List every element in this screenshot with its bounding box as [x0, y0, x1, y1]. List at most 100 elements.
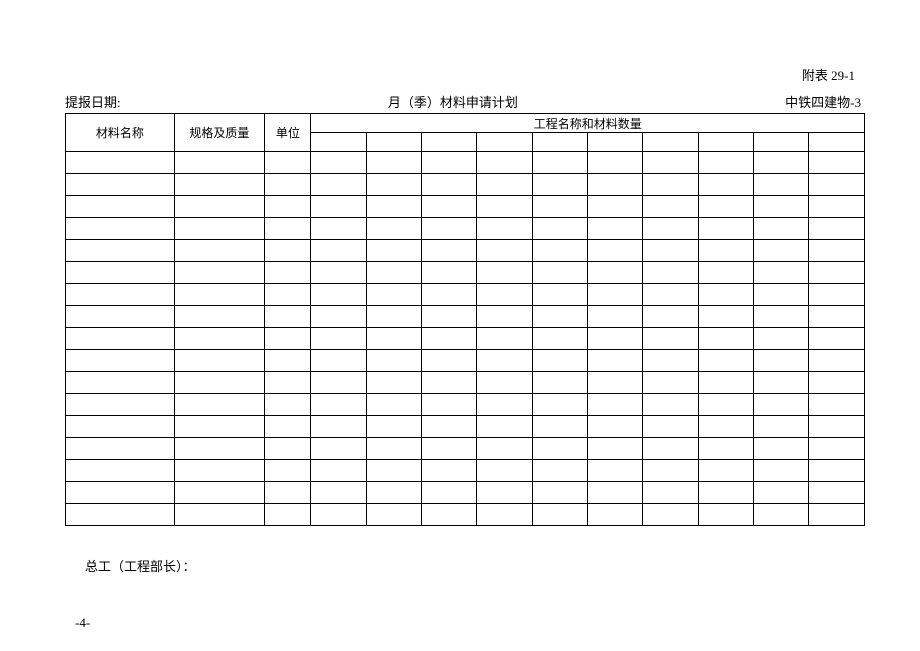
document-page: 附表 29-1 提报日期: 月（季）材料申请计划 中铁四建物-3 材料名称 规格…: [0, 0, 920, 631]
table-cell: [477, 262, 532, 284]
table-row: [66, 240, 865, 262]
table-cell: [477, 416, 532, 438]
table-cell: [643, 218, 698, 240]
table-cell: [366, 328, 421, 350]
table-row: [66, 328, 865, 350]
table-cell: [311, 416, 366, 438]
table-cell: [588, 218, 643, 240]
table-cell: [366, 438, 421, 460]
table-cell: [698, 284, 753, 306]
table-cell: [66, 262, 175, 284]
table-cell: [588, 438, 643, 460]
table-cell: [311, 394, 366, 416]
table-cell: [809, 240, 865, 262]
table-cell: [532, 196, 587, 218]
page-number: -4-: [75, 615, 865, 631]
table-cell: [532, 416, 587, 438]
table-cell: [174, 196, 265, 218]
table-cell: [698, 152, 753, 174]
table-cell: [643, 196, 698, 218]
table-cell: [265, 416, 311, 438]
table-cell: [754, 262, 809, 284]
table-cell: [754, 416, 809, 438]
table-cell: [698, 372, 753, 394]
table-cell: [698, 328, 753, 350]
table-cell: [311, 174, 366, 196]
table-cell: [311, 218, 366, 240]
table-cell: [422, 262, 477, 284]
table-cell: [311, 460, 366, 482]
table-cell: [588, 460, 643, 482]
table-cell: [366, 482, 421, 504]
table-cell: [809, 350, 865, 372]
col-material-name: 材料名称: [66, 114, 175, 152]
material-plan-table: 材料名称 规格及质量 单位 工程名称和材料数量: [65, 113, 865, 526]
table-cell: [174, 306, 265, 328]
qty-subcol: [311, 133, 366, 152]
table-cell: [265, 438, 311, 460]
col-unit: 单位: [265, 114, 311, 152]
table-cell: [422, 394, 477, 416]
table-cell: [265, 482, 311, 504]
table-cell: [532, 460, 587, 482]
table-cell: [311, 350, 366, 372]
table-cell: [588, 262, 643, 284]
table-cell: [174, 416, 265, 438]
table-cell: [754, 196, 809, 218]
table-cell: [265, 372, 311, 394]
table-cell: [66, 196, 175, 218]
table-cell: [477, 152, 532, 174]
table-cell: [588, 152, 643, 174]
table-cell: [588, 240, 643, 262]
table-cell: [809, 416, 865, 438]
table-cell: [174, 504, 265, 526]
table-cell: [809, 196, 865, 218]
table-cell: [477, 328, 532, 350]
table-cell: [532, 394, 587, 416]
table-cell: [643, 262, 698, 284]
report-date-label: 提报日期:: [65, 92, 121, 111]
table-row: [66, 504, 865, 526]
qty-subcol: [366, 133, 421, 152]
qty-subcol: [422, 133, 477, 152]
table-cell: [265, 240, 311, 262]
table-row: [66, 196, 865, 218]
table-cell: [477, 218, 532, 240]
table-body: [66, 152, 865, 526]
qty-subcol: [588, 133, 643, 152]
table-cell: [698, 240, 753, 262]
table-cell: [66, 152, 175, 174]
table-cell: [422, 174, 477, 196]
table-cell: [422, 350, 477, 372]
table-cell: [698, 174, 753, 196]
table-cell: [532, 306, 587, 328]
table-cell: [754, 240, 809, 262]
table-cell: [532, 504, 587, 526]
table-cell: [174, 350, 265, 372]
table-cell: [754, 504, 809, 526]
table-cell: [174, 482, 265, 504]
table-cell: [174, 152, 265, 174]
table-cell: [311, 438, 366, 460]
table-cell: [66, 350, 175, 372]
table-cell: [66, 394, 175, 416]
table-cell: [643, 284, 698, 306]
table-cell: [809, 438, 865, 460]
table-cell: [422, 218, 477, 240]
table-row: [66, 350, 865, 372]
table-cell: [809, 372, 865, 394]
table-cell: [422, 196, 477, 218]
table-cell: [643, 460, 698, 482]
table-cell: [366, 174, 421, 196]
table-cell: [366, 240, 421, 262]
table-cell: [754, 152, 809, 174]
table-cell: [754, 350, 809, 372]
table-row: [66, 218, 865, 240]
table-cell: [311, 372, 366, 394]
table-cell: [643, 372, 698, 394]
table-cell: [809, 262, 865, 284]
table-cell: [366, 504, 421, 526]
table-cell: [66, 504, 175, 526]
table-cell: [174, 394, 265, 416]
table-cell: [311, 196, 366, 218]
